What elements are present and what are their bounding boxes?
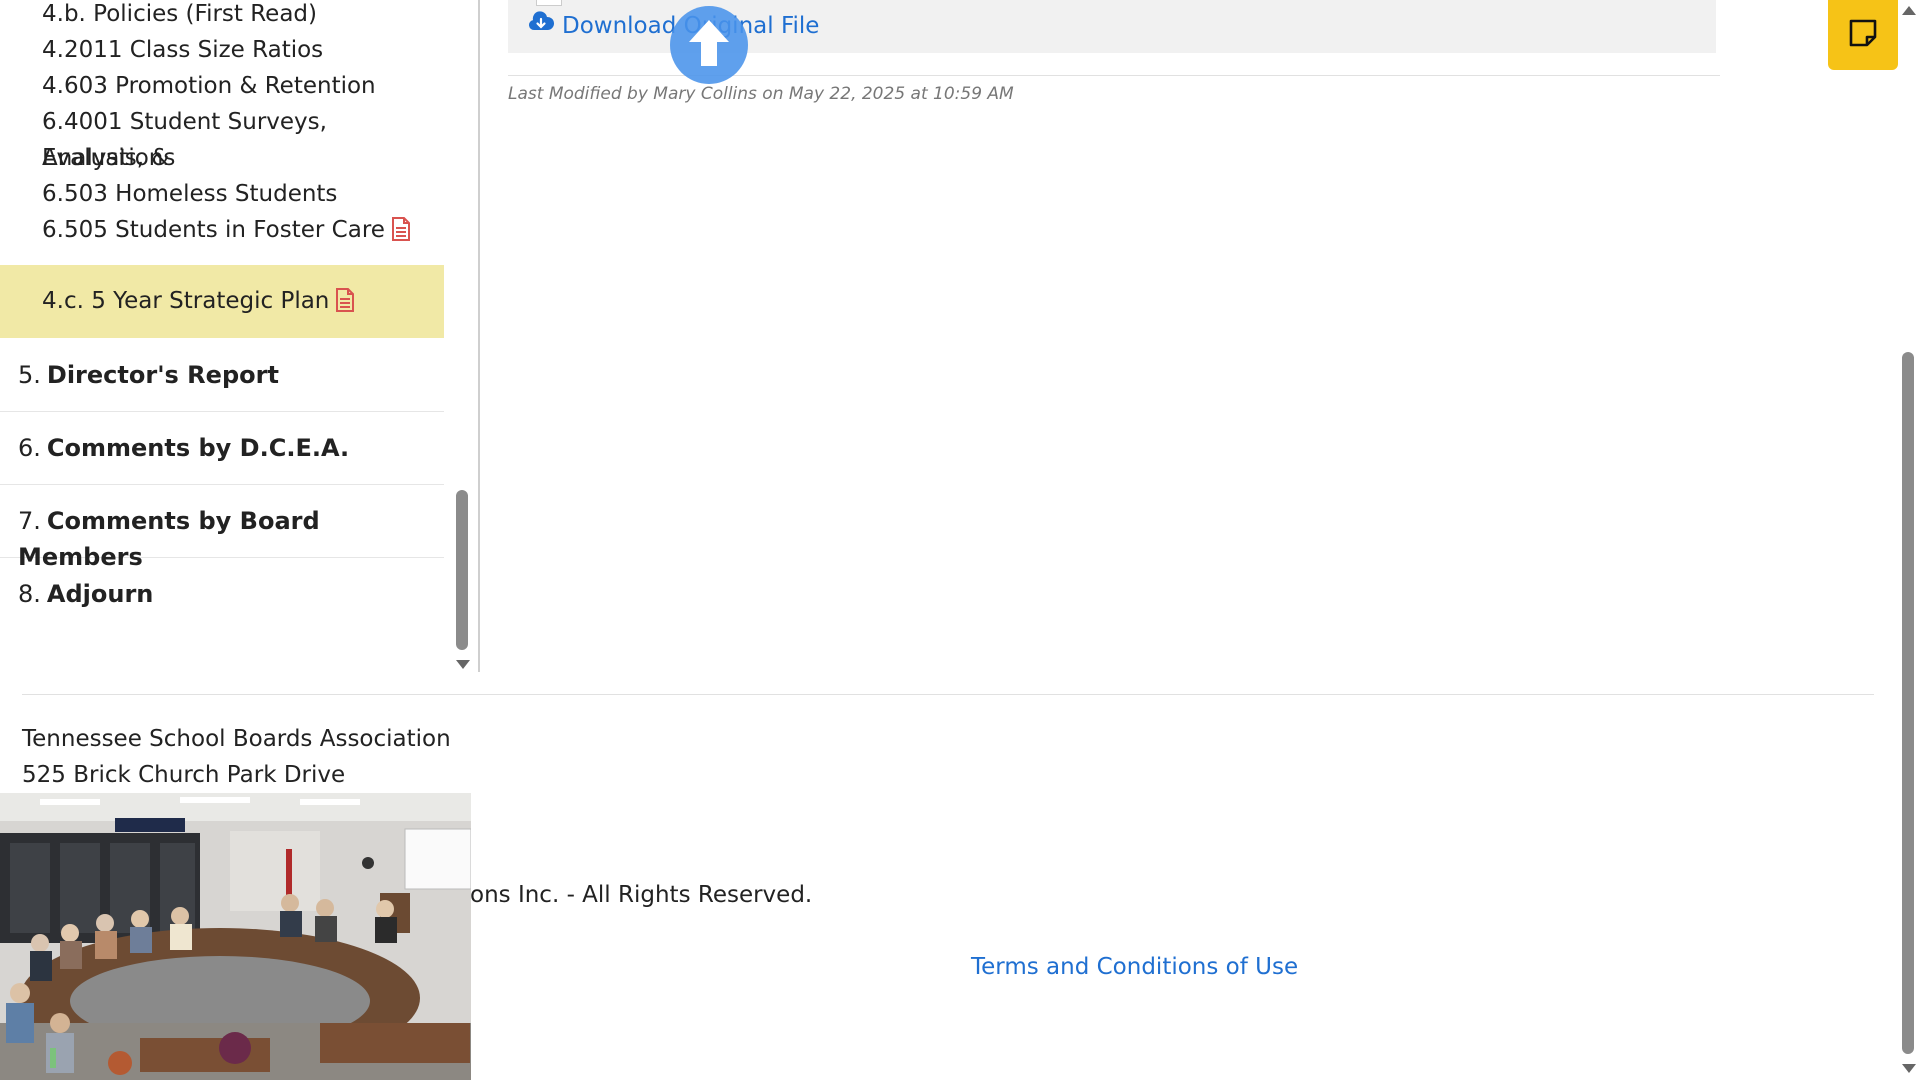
footer-address: 525 Brick Church Park Drive (22, 762, 346, 788)
footer-copyright: ons Inc. - All Rights Reserved. (470, 882, 813, 908)
page-scroll-up-arrow[interactable] (1902, 6, 1916, 15)
agenda-subitem-label: 4.2011 Class Size Ratios (42, 37, 324, 63)
agenda-item-comments-dcea[interactable]: 6. Comments by D.C.E.A. (0, 412, 444, 485)
footer-divider (22, 694, 1874, 695)
meeting-room-video-frame (0, 793, 471, 1080)
agenda-subitem-foster-care[interactable]: 6.505 Students in Foster Care (42, 212, 432, 252)
sticky-note-icon (1848, 18, 1878, 52)
agenda-subitem-label: Evaluations (42, 145, 176, 171)
agenda-item-number: 7. (18, 507, 41, 535)
agenda-item-directors-report[interactable]: 5. Director's Report (0, 339, 444, 412)
agenda-item-number: 8. (18, 580, 41, 608)
agenda-subitem-label: 4.b. Policies (First Read) (42, 1, 318, 27)
agenda-item-title: Adjourn (46, 580, 154, 608)
page-scroll-down-arrow[interactable] (1902, 1064, 1916, 1073)
agenda-item-comments-board[interactable]: 7. Comments by Board Members (0, 485, 444, 571)
file-preview-edge (536, 0, 562, 6)
meeting-video-player[interactable] (0, 793, 471, 1080)
agenda-subitem-policies[interactable]: 4.b. Policies (First Read) (42, 0, 432, 32)
footer-org-name: Tennessee School Boards Association (22, 726, 451, 752)
panel-divider (478, 0, 480, 672)
agenda-item-title: Comments by D.C.E.A. (46, 434, 350, 462)
agenda-panel: 4.b. Policies (First Read) 4.2011 Class … (0, 0, 444, 680)
agenda-subitem-promotion[interactable]: 4.603 Promotion & Retention (42, 68, 432, 104)
terms-link[interactable]: Terms and Conditions of Use (971, 954, 1298, 980)
file-text-icon[interactable] (391, 216, 411, 252)
agenda-item-number: 5. (18, 361, 41, 389)
file-text-icon[interactable] (335, 287, 355, 323)
agenda-scrollbar-thumb[interactable] (456, 490, 468, 650)
agenda-subitem-label: 6.505 Students in Foster Care (42, 217, 385, 243)
page-scrollbar-thumb[interactable] (1902, 352, 1914, 1054)
agenda-subitem-class-size[interactable]: 4.2011 Class Size Ratios (42, 32, 432, 68)
agenda-item-strategic-plan[interactable]: 4.c. 5 Year Strategic Plan (0, 265, 444, 338)
sticky-note-button[interactable] (1828, 0, 1898, 70)
upload-overlay-button[interactable] (670, 6, 748, 84)
agenda-subitem-label: 4.603 Promotion & Retention (42, 73, 376, 99)
agenda-item-adjourn[interactable]: 8. Adjourn (0, 558, 444, 630)
agenda-active-label: 4.c. 5 Year Strategic Plan (42, 288, 330, 314)
arrow-up-icon (683, 16, 735, 74)
agenda-scroll-down-arrow[interactable] (456, 660, 470, 669)
agenda-item-title: Director's Report (46, 361, 279, 389)
agenda-subitem-label: 6.503 Homeless Students (42, 181, 338, 207)
agenda-subitem-student-surveys-cont[interactable]: Evaluations (42, 140, 432, 176)
cloud-download-icon (528, 10, 555, 42)
agenda-subitem-homeless[interactable]: 6.503 Homeless Students (42, 176, 432, 212)
agenda-item-number: 6. (18, 434, 41, 462)
last-modified-text: Last Modified by Mary Collins on May 22,… (508, 84, 1014, 104)
